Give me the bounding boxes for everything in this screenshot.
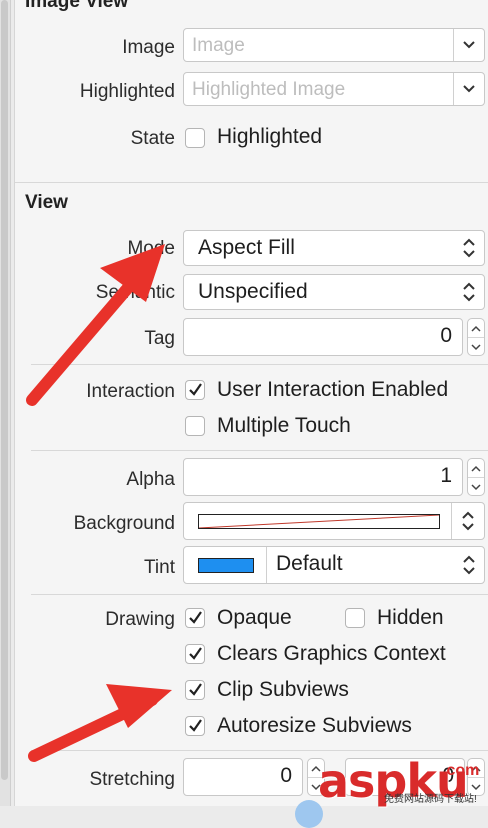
section-divider [15,182,488,183]
mode-label: Mode [127,238,175,259]
section-divider [31,750,488,751]
stepper-up-icon[interactable] [468,459,484,477]
watermark-logo: aspku .com 免费网站源码下载站! [314,754,488,808]
tint-label: Tint [144,557,175,578]
clip-subviews-checkbox[interactable] [185,680,205,700]
chevron-up-down-icon [462,275,476,309]
section-divider [31,364,488,365]
stepper-down-icon[interactable] [468,337,484,356]
section-divider [31,594,488,595]
tag-field[interactable]: 0 [183,318,463,356]
view-section-title: View [25,192,68,213]
watermark-suffix: .com [442,762,480,779]
highlighted-label: Highlighted [79,81,175,102]
image-placeholder: Image [192,35,245,56]
tint-popup[interactable]: Default [183,546,485,584]
scrollbar-thumb[interactable] [1,0,8,780]
scrollbar[interactable] [0,0,11,806]
stretching-x-field[interactable]: 0 [183,758,303,796]
stepper-down-icon[interactable] [468,477,484,496]
drawing-label: Drawing [105,609,175,630]
background-label: Background [73,513,175,534]
mode-popup[interactable]: Aspect Fill [183,230,485,266]
stretching-label: Stretching [89,769,175,790]
highlighted-image-placeholder: Highlighted Image [192,79,346,100]
chevron-up-down-icon [462,511,474,531]
image-dropdown-button[interactable] [453,29,484,61]
autoresize-subviews-label[interactable]: Autoresize Subviews [217,714,412,738]
tag-label: Tag [144,328,175,349]
checkmark-icon [189,383,202,396]
user-interaction-checkbox[interactable] [185,380,205,400]
multiple-touch-checkbox[interactable] [185,416,205,436]
highlighted-image-combo[interactable]: Highlighted Image [183,72,485,106]
alpha-value: 1 [440,464,452,487]
chevron-down-icon [463,85,475,93]
alpha-label: Alpha [126,469,175,490]
image-label: Image [122,37,175,58]
highlighted-dropdown-button[interactable] [453,73,484,105]
opaque-checkbox[interactable] [185,608,205,628]
tint-color-swatch [198,558,254,573]
clears-graphics-context-checkbox[interactable] [185,644,205,664]
tag-value: 0 [440,324,452,347]
checkmark-icon [189,647,202,660]
clip-subviews-label[interactable]: Clip Subviews [217,678,349,702]
state-highlighted-label[interactable]: Highlighted [217,125,322,149]
mode-value: Aspect Fill [198,236,295,259]
attributes-inspector-panel: Image View Image Image Highlighted Highl… [14,0,488,828]
alpha-stepper[interactable] [467,458,485,496]
watermark-subtitle: 免费网站源码下载站! [384,794,477,805]
multiple-touch-label[interactable]: Multiple Touch [217,414,351,438]
semantic-label: Semantic [95,282,175,303]
hidden-label[interactable]: Hidden [377,606,444,630]
checkmark-icon [189,611,202,624]
autoresize-subviews-checkbox[interactable] [185,716,205,736]
tag-stepper[interactable] [467,318,485,356]
chevron-down-icon [463,41,475,49]
opaque-label[interactable]: Opaque [217,606,292,630]
checkmark-icon [189,683,202,696]
tint-divider [266,547,267,583]
image-view-section-title: Image View [25,0,129,12]
hidden-checkbox[interactable] [345,608,365,628]
user-interaction-label[interactable]: User Interaction Enabled [217,378,448,402]
semantic-value: Unspecified [198,280,308,303]
stepper-up-icon[interactable] [468,319,484,337]
interaction-label: Interaction [86,381,175,402]
image-combo[interactable]: Image [183,28,485,62]
tint-value: Default [276,552,343,575]
checkmark-icon [189,719,202,732]
state-label: State [130,128,175,149]
stretching-x-value: 0 [280,764,292,787]
clears-graphics-context-label[interactable]: Clears Graphics Context [217,642,446,666]
background-popup-button[interactable] [451,503,484,539]
state-highlighted-checkbox[interactable] [185,128,205,148]
chevron-up-down-icon [462,231,476,265]
semantic-popup[interactable]: Unspecified [183,274,485,310]
clear-color-swatch [198,514,440,529]
section-divider [31,450,488,451]
alpha-field[interactable]: 1 [183,458,463,496]
chevron-up-down-icon [462,547,476,583]
background-color-well[interactable] [183,502,485,540]
